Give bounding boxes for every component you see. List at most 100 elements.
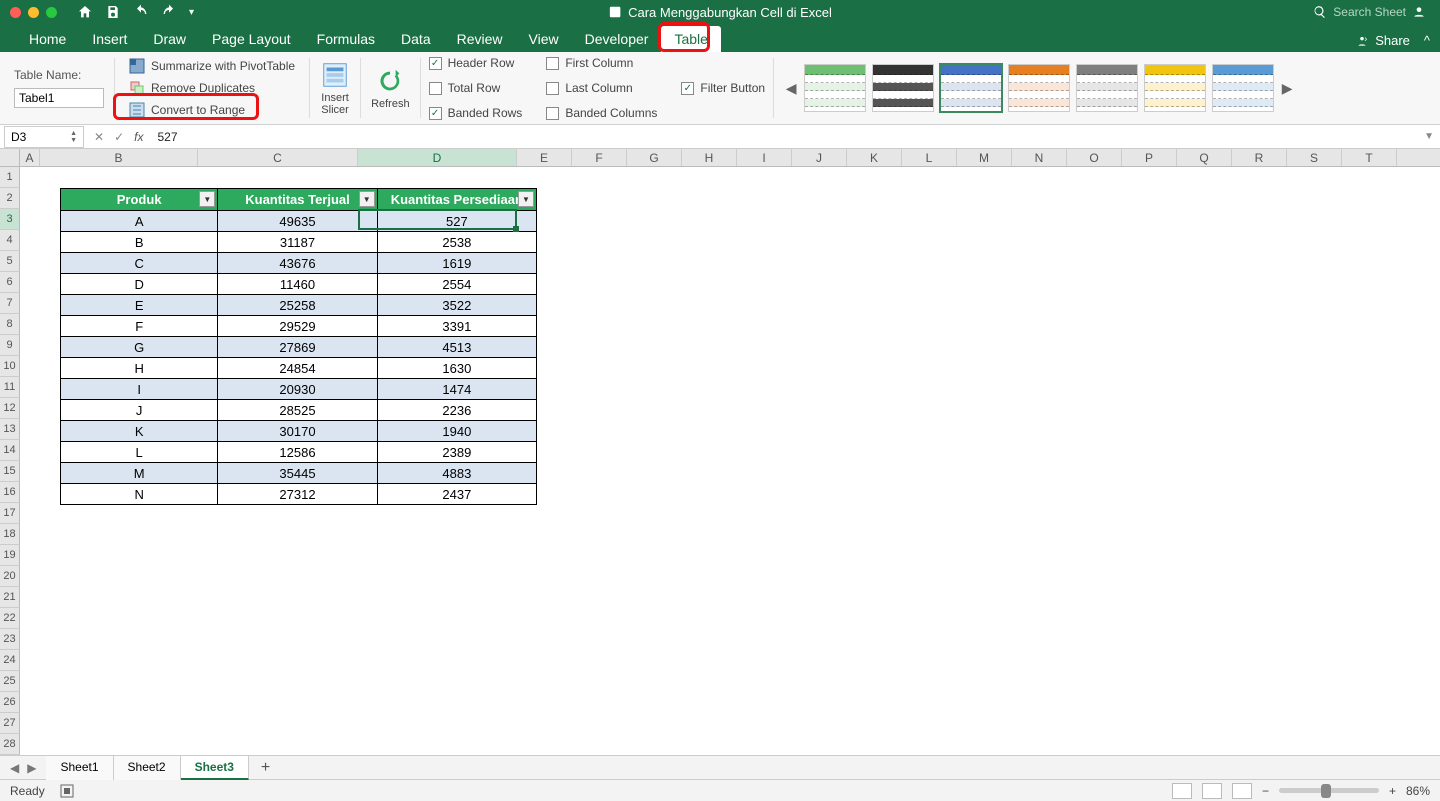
table-cell[interactable]: 1619 <box>378 252 536 273</box>
row-header-19[interactable]: 19 <box>0 545 20 566</box>
table-cell[interactable]: 27312 <box>218 483 377 504</box>
table-cell[interactable]: 35445 <box>218 462 377 483</box>
table-cell[interactable]: 1940 <box>378 420 536 441</box>
table-row[interactable]: J285252236 <box>61 399 536 420</box>
col-header-K[interactable]: K <box>847 149 902 166</box>
table-cell[interactable]: 43676 <box>218 252 377 273</box>
ribbon-tab-view[interactable]: View <box>516 26 572 52</box>
table-row[interactable]: H248541630 <box>61 357 536 378</box>
table-cell[interactable]: K <box>61 420 218 441</box>
table-cell[interactable]: H <box>61 357 218 378</box>
row-header-11[interactable]: 11 <box>0 377 20 398</box>
zoom-out-button[interactable]: − <box>1262 784 1269 798</box>
table-row[interactable]: E252583522 <box>61 294 536 315</box>
row-header-26[interactable]: 26 <box>0 692 20 713</box>
undo-icon[interactable] <box>133 4 149 20</box>
row-header-14[interactable]: 14 <box>0 440 20 461</box>
table-header-2[interactable]: Kuantitas Persediaan▼ <box>378 189 536 210</box>
table-cell[interactable]: 2437 <box>378 483 536 504</box>
insert-slicer-button[interactable]: Insert Slicer <box>314 58 356 118</box>
zoom-slider[interactable] <box>1279 788 1379 793</box>
table-cell[interactable]: E <box>61 294 218 315</box>
col-header-H[interactable]: H <box>682 149 737 166</box>
table-row[interactable]: C436761619 <box>61 252 536 273</box>
table-cell[interactable]: 4883 <box>378 462 536 483</box>
table-row[interactable]: B311872538 <box>61 231 536 252</box>
col-header-C[interactable]: C <box>198 149 358 166</box>
row-header-21[interactable]: 21 <box>0 587 20 608</box>
table-cell[interactable]: L <box>61 441 218 462</box>
table-cell[interactable]: 24854 <box>218 357 377 378</box>
zoom-in-button[interactable]: + <box>1389 784 1396 798</box>
save-icon[interactable] <box>105 4 121 20</box>
ribbon-tab-developer[interactable]: Developer <box>572 26 662 52</box>
table-row[interactable]: K301701940 <box>61 420 536 441</box>
table-style-swatch-2[interactable] <box>940 64 1002 112</box>
row-header-5[interactable]: 5 <box>0 251 20 272</box>
row-header-13[interactable]: 13 <box>0 419 20 440</box>
ribbon-tab-data[interactable]: Data <box>388 26 444 52</box>
table-cell[interactable]: 1474 <box>378 378 536 399</box>
row-header-27[interactable]: 27 <box>0 713 20 734</box>
col-header-R[interactable]: R <box>1232 149 1287 166</box>
filter-dropdown-icon[interactable]: ▼ <box>359 191 375 207</box>
row-header-2[interactable]: 2 <box>0 188 20 209</box>
table-header-1[interactable]: Kuantitas Terjual▼ <box>218 189 377 210</box>
accept-formula-icon[interactable]: ✓ <box>114 130 124 144</box>
gallery-prev-icon[interactable]: ◀ <box>784 68 798 108</box>
add-sheet-button[interactable]: + <box>249 755 282 781</box>
close-window-button[interactable] <box>10 7 21 18</box>
col-header-P[interactable]: P <box>1122 149 1177 166</box>
col-header-T[interactable]: T <box>1342 149 1397 166</box>
row-header-7[interactable]: 7 <box>0 293 20 314</box>
fx-icon[interactable]: fx <box>134 130 143 144</box>
table-cell[interactable]: 2389 <box>378 441 536 462</box>
home-icon[interactable] <box>77 4 93 20</box>
row-header-28[interactable]: 28 <box>0 734 20 755</box>
ribbon-tab-home[interactable]: Home <box>16 26 79 52</box>
refresh-button[interactable]: Refresh <box>365 64 416 112</box>
table-cell[interactable]: 1630 <box>378 357 536 378</box>
row-header-24[interactable]: 24 <box>0 650 20 671</box>
ribbon-tab-page-layout[interactable]: Page Layout <box>199 26 304 52</box>
table-row[interactable]: G278694513 <box>61 336 536 357</box>
row-header-4[interactable]: 4 <box>0 230 20 251</box>
sheet-nav-arrows[interactable]: ◀ ▶ <box>0 761 46 775</box>
table-style-swatch-6[interactable] <box>1212 64 1274 112</box>
table-style-swatch-5[interactable] <box>1144 64 1206 112</box>
sheet-nav-prev-icon[interactable]: ◀ <box>10 761 19 775</box>
option-total-row[interactable]: Total Row <box>425 78 527 98</box>
ribbon-tab-review[interactable]: Review <box>444 26 516 52</box>
col-header-F[interactable]: F <box>572 149 627 166</box>
row-header-3[interactable]: 3 <box>0 209 20 230</box>
table-row[interactable]: M354454883 <box>61 462 536 483</box>
col-header-I[interactable]: I <box>737 149 792 166</box>
table-style-swatch-3[interactable] <box>1008 64 1070 112</box>
col-header-L[interactable]: L <box>902 149 957 166</box>
table-cell[interactable]: 28525 <box>218 399 377 420</box>
table-cell[interactable]: G <box>61 336 218 357</box>
table-name-input[interactable] <box>14 88 104 108</box>
table-cell[interactable]: 27869 <box>218 336 377 357</box>
table-cell[interactable]: 12586 <box>218 441 377 462</box>
row-header-17[interactable]: 17 <box>0 503 20 524</box>
row-header-10[interactable]: 10 <box>0 356 20 377</box>
table-header-0[interactable]: Produk▼ <box>61 189 218 210</box>
gallery-next-icon[interactable]: ▶ <box>1280 68 1294 108</box>
table-row[interactable]: L125862389 <box>61 441 536 462</box>
table-cell[interactable]: 31187 <box>218 231 377 252</box>
table-row[interactable]: I209301474 <box>61 378 536 399</box>
option-header-row[interactable]: ✓Header Row <box>425 53 527 73</box>
sheet-tab-sheet3[interactable]: Sheet3 <box>181 756 249 780</box>
table-cell[interactable]: 4513 <box>378 336 536 357</box>
table-cell[interactable]: 25258 <box>218 294 377 315</box>
filter-dropdown-icon[interactable]: ▼ <box>518 191 534 207</box>
select-all-corner[interactable] <box>0 149 20 166</box>
row-header-20[interactable]: 20 <box>0 566 20 587</box>
formula-expand-icon[interactable]: ▼ <box>1424 131 1434 142</box>
ribbon-tab-insert[interactable]: Insert <box>79 26 140 52</box>
account-icon[interactable] <box>1412 5 1426 19</box>
convert-to-range-button[interactable]: Convert to Range <box>125 100 249 120</box>
table-style-swatch-4[interactable] <box>1076 64 1138 112</box>
option-banded-columns[interactable]: Banded Columns <box>542 103 661 123</box>
